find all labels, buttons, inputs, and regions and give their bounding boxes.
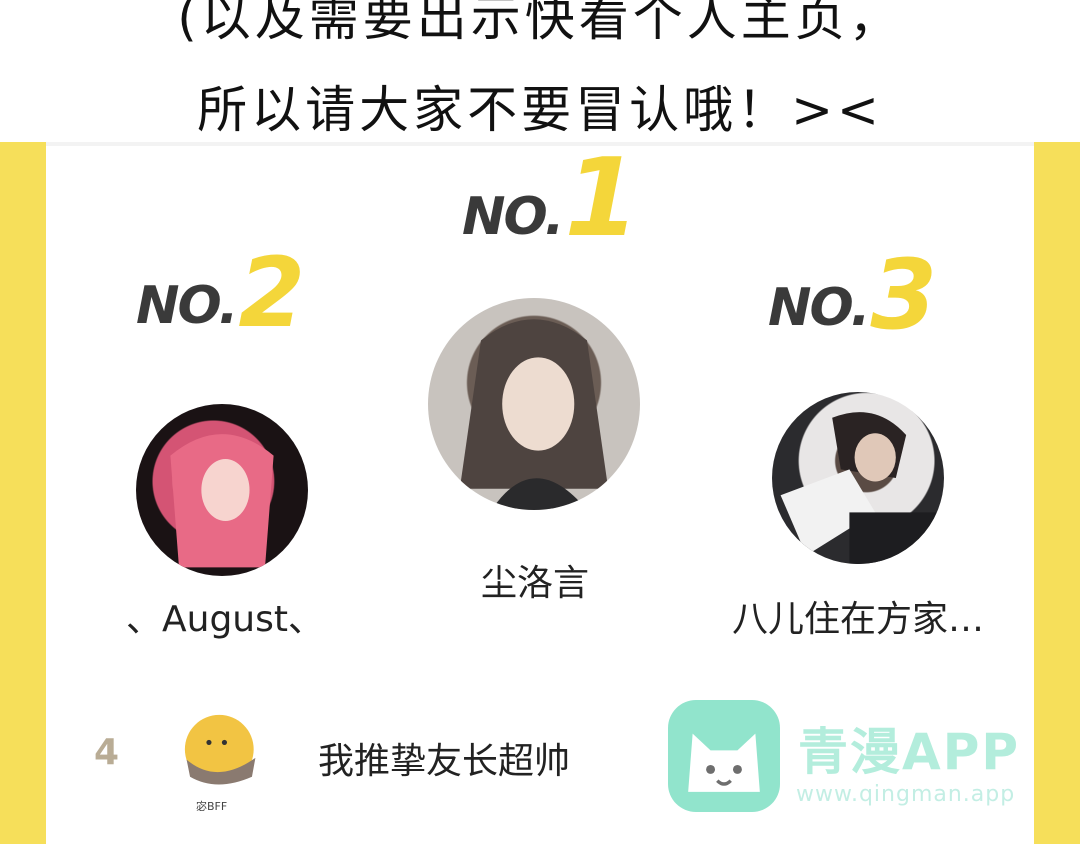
row-4-rank: 4	[94, 732, 120, 773]
rank-3-no-text: NO.	[768, 278, 870, 339]
rank-1-no-text: NO.	[462, 187, 564, 248]
rank-2-avatar[interactable]	[136, 404, 308, 576]
rank-2-name[interactable]: 、August、	[100, 590, 350, 642]
rank-2-no-text: NO.	[136, 276, 238, 337]
rank-1-name[interactable]: 尘洛言	[420, 554, 650, 606]
card-top-divider	[46, 142, 1034, 146]
row-4-avatar-image	[184, 714, 256, 785]
banner-line-2: 所以请大家不要冒认哦！><	[197, 81, 883, 139]
cat-logo-icon	[668, 700, 780, 812]
rank-2-avatar-portrait	[170, 434, 274, 568]
watermark-title: 青漫APP	[798, 723, 1020, 781]
rank-2-label: NO. 2	[136, 237, 306, 349]
rank-1-label: NO. 1	[462, 136, 640, 261]
rank-2-number: 2	[238, 237, 306, 349]
rank-3-avatar[interactable]	[772, 392, 944, 564]
rank-3-name[interactable]: 八儿住在方家…	[706, 590, 1010, 642]
cat-face-icon	[688, 733, 760, 792]
rank-1-number: 1	[564, 136, 640, 261]
row-4-name[interactable]: 我推挚友长超帅	[318, 732, 570, 784]
watermark-url: www.qingman.app	[796, 782, 1016, 807]
banner-line-1: (以及需要出示快看个人主页，	[177, 0, 903, 47]
row-4-badge-caption: 宓BFF	[196, 800, 228, 813]
rank-1-avatar-portrait	[459, 319, 609, 510]
rank-3-avatar-portrait	[780, 412, 944, 564]
rank-1-avatar[interactable]	[428, 298, 640, 510]
rank-3-number: 3	[870, 239, 938, 351]
row-4-avatar[interactable]	[178, 708, 264, 794]
qingman-watermark: 青漫APP www.qingman.app	[668, 700, 1028, 812]
rank-3-label: NO. 3	[768, 239, 938, 351]
top-banner: (以及需要出示快看个人主页， 所以请大家不要冒认哦！><	[0, 0, 1080, 142]
